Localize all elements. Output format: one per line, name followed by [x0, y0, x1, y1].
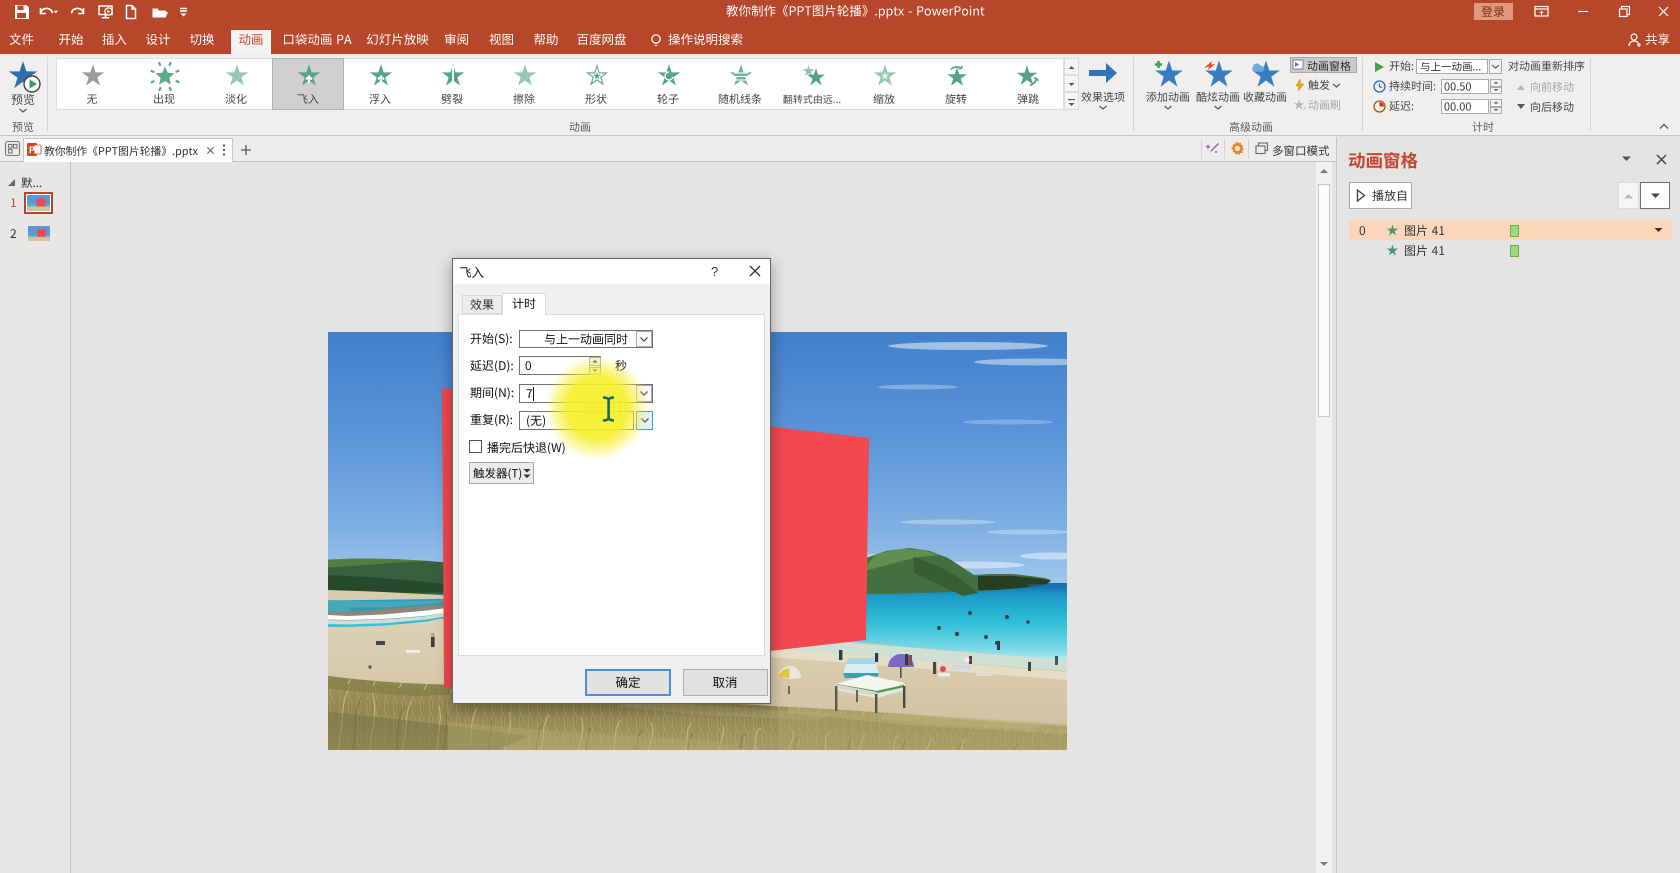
- svg-text:P: P: [29, 145, 35, 155]
- svg-text:?: ?: [711, 264, 718, 279]
